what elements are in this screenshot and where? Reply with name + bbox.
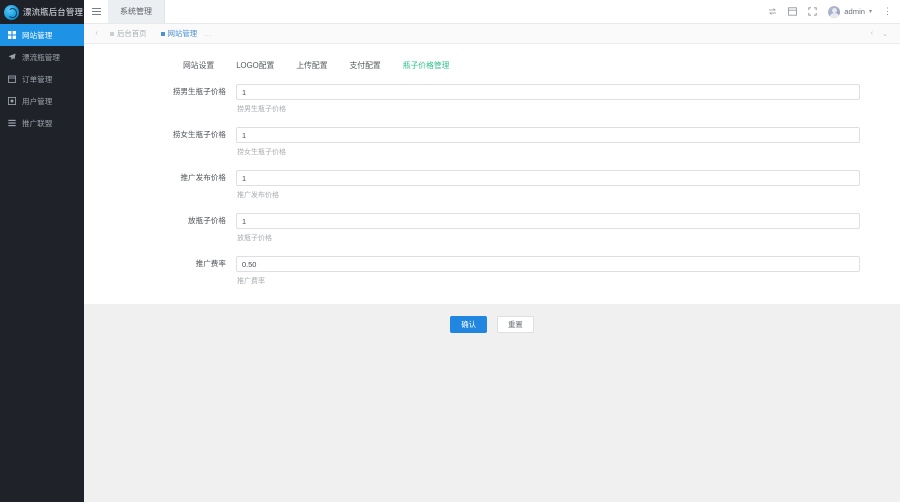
sidebar-item-user-management[interactable]: 用户管理 xyxy=(0,90,84,112)
breadcrumb-item-website-management[interactable]: 网站管理 xyxy=(154,28,205,39)
sidebar-item-label: 订单管理 xyxy=(22,74,52,85)
breadcrumb-item-label: 网站管理 xyxy=(168,28,198,39)
field-row-female-bottle-price: 捞女生瓶子价格 捞女生瓶子价格 xyxy=(84,127,900,157)
field-help-text: 放瓶子价格 xyxy=(236,233,860,243)
tab-bottle-price-management[interactable]: 瓶子价格管理 xyxy=(392,60,461,71)
calendar-icon xyxy=(8,75,16,83)
male-bottle-price-input[interactable] xyxy=(236,84,860,100)
breadcrumb-ellipsis: … xyxy=(204,29,211,38)
field-control: 放瓶子价格 xyxy=(236,213,900,243)
settings-tabs: 网站设置 LOGO配置 上传配置 支付配置 瓶子价格管理 xyxy=(84,54,900,76)
grid-icon xyxy=(8,31,16,39)
sidebar-item-label: 网站管理 xyxy=(22,30,52,41)
field-control: 捞女生瓶子价格 xyxy=(236,127,900,157)
brand-logo[interactable]: 漂流瓶后台管理 xyxy=(0,0,84,24)
breadcrumb-nav: ‹ ⌄ xyxy=(871,30,894,38)
tab-system-management[interactable]: 系统管理 xyxy=(108,0,165,23)
field-label: 推广费率 xyxy=(84,256,236,272)
user-name: admin xyxy=(844,7,865,16)
tab-logo-config[interactable]: LOGO配置 xyxy=(225,60,285,71)
sidebar-nav: 网站管理 漂流瓶管理 订单管理 用户管理 xyxy=(0,24,84,134)
breadcrumb: ‹ 后台首页 网站管理 … ‹ ⌄ xyxy=(84,24,900,44)
field-label: 放瓶子价格 xyxy=(84,213,236,229)
fullscreen-icon[interactable] xyxy=(808,7,817,16)
field-row-male-bottle-price: 捞男生瓶子价格 捞男生瓶子价格 xyxy=(84,84,900,114)
field-help-text: 捞男生瓶子价格 xyxy=(236,104,860,114)
sidebar-item-promotion-alliance[interactable]: 推广联盟 xyxy=(0,112,84,134)
drift-bottle-logo-icon xyxy=(4,5,19,20)
paper-plane-icon xyxy=(8,53,16,61)
tab-upload-config[interactable]: 上传配置 xyxy=(285,60,338,71)
hamburger-icon[interactable] xyxy=(84,0,108,23)
sidebar-item-website-management[interactable]: 网站管理 xyxy=(0,24,84,46)
tab-system-management-label: 系统管理 xyxy=(120,6,152,17)
promotion-publish-price-input[interactable] xyxy=(236,170,860,186)
submit-button[interactable]: 确认 xyxy=(450,316,487,333)
field-label: 捞男生瓶子价格 xyxy=(84,84,236,100)
settings-card: 网站设置 LOGO配置 上传配置 支付配置 瓶子价格管理 捞男生瓶子价格 捞男生… xyxy=(84,44,900,304)
release-bottle-price-input[interactable] xyxy=(236,213,860,229)
chevron-left-small-icon[interactable]: ‹ xyxy=(871,30,873,37)
sidebar-item-label: 漂流瓶管理 xyxy=(22,52,60,63)
sidebar: 漂流瓶后台管理 网站管理 漂流瓶管理 订单管理 xyxy=(0,0,84,502)
layout-icon[interactable] xyxy=(788,7,797,16)
breadcrumb-item-home[interactable]: 后台首页 xyxy=(103,28,154,39)
field-label: 捞女生瓶子价格 xyxy=(84,127,236,143)
field-row-promotion-rate: 推广费率 推广费率 xyxy=(84,256,900,286)
breadcrumb-item-label: 后台首页 xyxy=(117,28,147,39)
promotion-rate-input[interactable] xyxy=(236,256,860,272)
vertical-dots-icon[interactable]: ⋮ xyxy=(883,7,892,16)
sidebar-item-drift-bottle-management[interactable]: 漂流瓶管理 xyxy=(0,46,84,68)
reset-button[interactable]: 重置 xyxy=(497,316,534,333)
breadcrumb-bullet-icon xyxy=(161,32,165,36)
sidebar-item-label: 用户管理 xyxy=(22,96,52,107)
chevron-down-icon: ▾ xyxy=(869,8,872,15)
field-control: 推广费率 xyxy=(236,256,900,286)
refresh-icon[interactable] xyxy=(768,7,777,16)
tab-website-settings[interactable]: 网站设置 xyxy=(172,60,225,71)
field-label: 推广发布价格 xyxy=(84,170,236,186)
chevron-down-small-icon[interactable]: ⌄ xyxy=(882,30,888,38)
user-menu[interactable]: admin ▾ xyxy=(828,6,872,18)
field-control: 捞男生瓶子价格 xyxy=(236,84,900,114)
sidebar-item-order-management[interactable]: 订单管理 xyxy=(0,68,84,90)
brand-title: 漂流瓶后台管理 xyxy=(23,6,83,18)
breadcrumb-bullet-icon xyxy=(110,32,114,36)
field-help-text: 捞女生瓶子价格 xyxy=(236,147,860,157)
sidebar-item-label: 推广联盟 xyxy=(22,118,52,129)
field-help-text: 推广发布价格 xyxy=(236,190,860,200)
field-help-text: 推广费率 xyxy=(236,276,860,286)
main-pane: 系统管理 admin ▾ ⋮ xyxy=(84,0,900,502)
female-bottle-price-input[interactable] xyxy=(236,127,860,143)
bottle-price-form: 捞男生瓶子价格 捞男生瓶子价格 捞女生瓶子价格 捞女生瓶子价格 xyxy=(84,76,900,333)
form-actions: 确认 重置 xyxy=(84,299,900,333)
avatar-icon xyxy=(828,6,840,18)
topbar: 系统管理 admin ▾ ⋮ xyxy=(84,0,900,24)
app-root: 漂流瓶后台管理 网站管理 漂流瓶管理 订单管理 xyxy=(0,0,900,502)
field-row-promotion-publish-price: 推广发布价格 推广发布价格 xyxy=(84,170,900,200)
user-box-icon xyxy=(8,97,16,105)
content-area: 网站设置 LOGO配置 上传配置 支付配置 瓶子价格管理 捞男生瓶子价格 捞男生… xyxy=(84,44,900,502)
chevron-left-icon[interactable]: ‹ xyxy=(90,24,103,43)
tab-payment-config[interactable]: 支付配置 xyxy=(339,60,392,71)
field-row-release-bottle-price: 放瓶子价格 放瓶子价格 xyxy=(84,213,900,243)
list-icon xyxy=(8,119,16,127)
field-control: 推广发布价格 xyxy=(236,170,900,200)
topbar-actions: admin ▾ ⋮ xyxy=(768,0,900,23)
